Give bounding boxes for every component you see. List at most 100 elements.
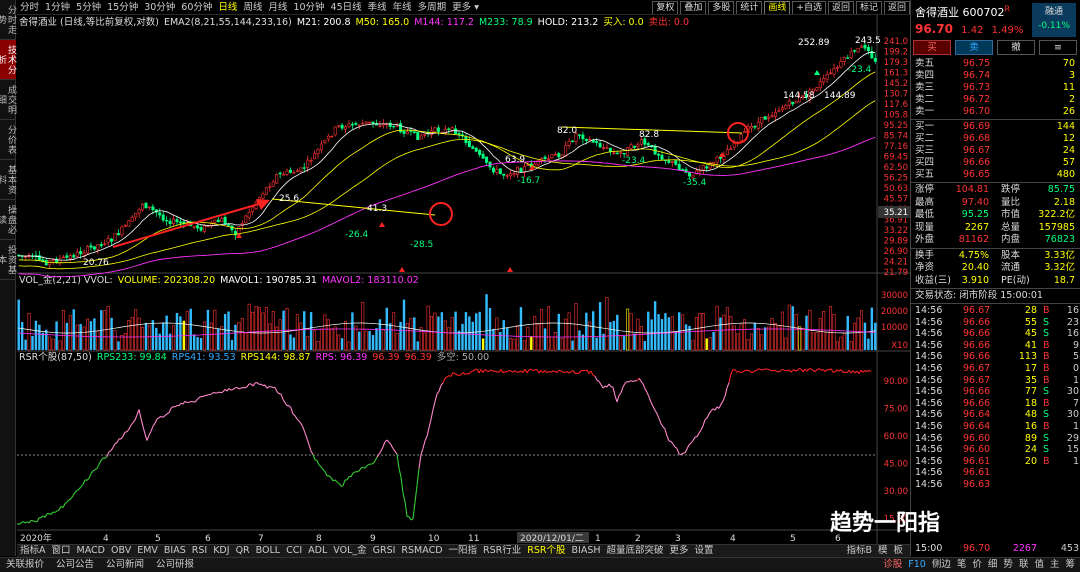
margin-badge[interactable]: 融通 -0.11%	[1032, 3, 1076, 37]
toolbar-btn-6[interactable]: 返回	[827, 1, 854, 14]
status-right-item-1[interactable]: F10	[905, 558, 929, 572]
period-6[interactable]: 日线	[215, 0, 240, 14]
status-right-item-5[interactable]: 细	[985, 558, 1001, 572]
indicator-tab-right-1[interactable]: 模	[875, 545, 891, 557]
rsr-line-seg	[486, 370, 490, 372]
indicator-tab-2[interactable]: MACD	[74, 545, 108, 557]
indicator-tab-right-0[interactable]: 指标B	[843, 545, 875, 557]
indicator-tab-15[interactable]: 一阳指	[446, 545, 481, 557]
status-item-1[interactable]: 公司公告	[50, 558, 100, 572]
rsr-line-seg	[68, 498, 72, 501]
status-right-item-6[interactable]: 势	[1000, 558, 1016, 572]
order-book-row: 买五 96.65 480	[915, 169, 1075, 180]
period-14[interactable]: 更多 ▾	[449, 0, 482, 14]
left-tab-4[interactable]: 基本资料	[0, 160, 16, 200]
left-tab-6[interactable]: 投资基本	[0, 240, 16, 280]
rsr-tick: 60.00	[884, 432, 908, 442]
stat-row: 净资 20.40 流通 3.32亿	[915, 262, 1075, 273]
indicator-tab-1[interactable]: 窗口	[49, 545, 74, 557]
period-10[interactable]: 45日线	[328, 0, 365, 14]
toolbar-right-btn-1[interactable]: 返回	[883, 1, 910, 14]
status-right-item-8[interactable]: 值	[1031, 558, 1047, 572]
period-5[interactable]: 60分钟	[178, 0, 215, 14]
status-right-item-9[interactable]: 主	[1047, 558, 1063, 572]
indicator-tab-0[interactable]: 指标A	[17, 545, 49, 557]
indicator-tab-7[interactable]: KDJ	[210, 545, 232, 557]
rsr-line-seg	[442, 378, 446, 384]
rsr-line-seg	[512, 370, 516, 373]
indicator-tab-right-2[interactable]: 板	[890, 545, 906, 557]
indicator-tab-4[interactable]: EMV	[134, 545, 161, 557]
rsr-line-seg	[168, 408, 172, 414]
indicator-tab-3[interactable]: OBV	[108, 545, 134, 557]
chart-area[interactable]: 舍得酒业 (日线,等比前复权,对数) EMA2(8,21,55,144,233,1…	[17, 15, 910, 544]
status-right-item-4[interactable]: 价	[969, 558, 985, 572]
indicator-tab-19[interactable]: 超量底部突破	[604, 545, 667, 557]
rsr-line-seg	[302, 427, 306, 433]
toolbar-btn-3[interactable]: 统计	[736, 1, 763, 14]
left-tab-5[interactable]: 操盘必读	[0, 200, 16, 240]
period-3[interactable]: 15分钟	[104, 0, 141, 14]
left-tab-3[interactable]: 分价表	[0, 120, 16, 160]
period-4[interactable]: 30分钟	[141, 0, 178, 14]
toolbar-btn-5[interactable]: +自选	[792, 1, 826, 14]
status-right-item-10[interactable]: 筹	[1062, 558, 1078, 572]
indicator-tab-8[interactable]: QR	[233, 545, 253, 557]
status-right-item-2[interactable]: 侧边	[929, 558, 954, 572]
period-11[interactable]: 季线	[365, 0, 390, 14]
stat-row: 换手 4.75% 股本 3.33亿	[915, 249, 1075, 261]
x-axis-label: 10	[428, 534, 440, 544]
toolbar-right-btn-0[interactable]: 标记	[855, 1, 882, 14]
indicator-tab-20[interactable]: 更多	[667, 545, 692, 557]
left-tab-1[interactable]: 技术分析	[0, 40, 16, 80]
period-7[interactable]: 周线	[240, 0, 265, 14]
status-item-2[interactable]: 公司新闻	[100, 558, 150, 572]
rsr-line-seg	[866, 369, 870, 373]
rsr-line-seg	[738, 371, 742, 374]
rsr-line-seg	[296, 418, 300, 422]
toolbar-btn-4[interactable]: 画线	[764, 1, 791, 14]
indicator-tab-13[interactable]: GRSI	[370, 545, 399, 557]
period-8[interactable]: 月线	[265, 0, 290, 14]
indicator-tab-14[interactable]: RSMACD	[398, 545, 445, 557]
signal-marker	[507, 267, 513, 272]
indicator-tab-5[interactable]: BIAS	[161, 545, 189, 557]
indicator-tab-18[interactable]: BIASH	[569, 545, 604, 557]
rsr-line-seg	[524, 368, 528, 374]
toolbar-btn-0[interactable]: 复权	[652, 1, 679, 14]
toolbar-btn-1[interactable]: 叠加	[680, 1, 707, 14]
status-right-item-7[interactable]: 联	[1016, 558, 1032, 572]
more-menu-button[interactable]: ≡	[1039, 40, 1077, 55]
period-2[interactable]: 5分钟	[73, 0, 104, 14]
rsr-line-seg	[488, 369, 492, 372]
rsr-line-seg	[724, 387, 728, 397]
indicator-tab-11[interactable]: ADL	[305, 545, 330, 557]
tick-row: 14:56 96.63	[915, 479, 991, 490]
status-item-0[interactable]: 关联报价	[0, 558, 50, 572]
toolbar-btn-2[interactable]: 多股	[708, 1, 735, 14]
price-annotation: -26.4	[345, 230, 369, 240]
period-9[interactable]: 10分钟	[290, 0, 327, 14]
period-0[interactable]: 分时	[17, 0, 42, 14]
rsr-line-seg	[638, 377, 642, 382]
buy-button[interactable]: 买	[913, 40, 951, 55]
status-right-item-0[interactable]: 诊股	[880, 558, 905, 572]
indicator-tab-12[interactable]: VOL_金	[330, 545, 369, 557]
left-tab-2[interactable]: 成交明细	[0, 80, 16, 120]
period-13[interactable]: 多周期	[415, 0, 450, 14]
indicator-tab-10[interactable]: CCI	[283, 545, 305, 557]
rsr-line-seg	[194, 399, 198, 403]
indicator-tab-21[interactable]: 设置	[692, 545, 717, 557]
indicator-tab-17[interactable]: RSR个股	[524, 545, 568, 557]
period-12[interactable]: 年线	[390, 0, 415, 14]
cancel-order-button[interactable]: 撤	[997, 40, 1035, 55]
status-right-item-3[interactable]: 笔	[954, 558, 970, 572]
left-tab-0[interactable]: 分时走势	[0, 0, 16, 40]
sell-button[interactable]: 卖	[955, 40, 993, 55]
status-item-3[interactable]: 公司研报	[150, 558, 200, 572]
indicator-tab-9[interactable]: BOLL	[253, 545, 283, 557]
rsr-line-seg	[174, 405, 178, 408]
indicator-tab-16[interactable]: RSR行业	[480, 545, 524, 557]
period-1[interactable]: 1分钟	[42, 0, 73, 14]
indicator-tab-6[interactable]: RSI	[189, 545, 210, 557]
